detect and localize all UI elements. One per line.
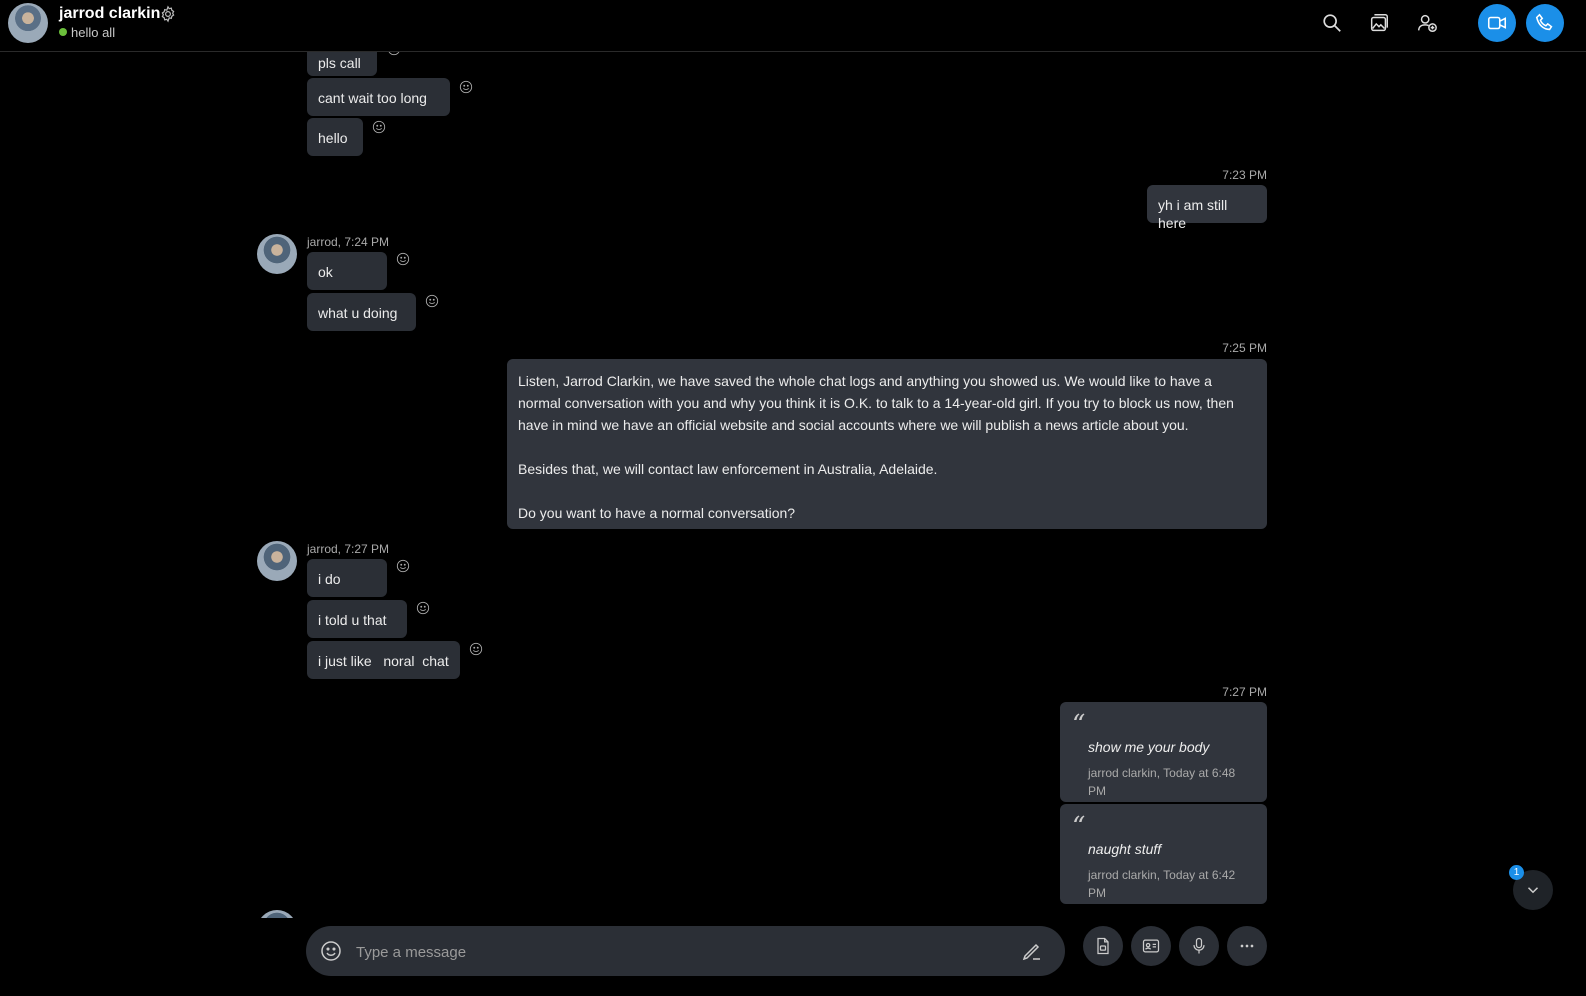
status-text: hello all <box>71 25 116 40</box>
search-icon <box>1323 14 1341 32</box>
message-text: pls call <box>318 55 361 71</box>
video-camera-icon <box>1487 16 1507 30</box>
more-options-button[interactable] <box>1227 926 1267 966</box>
audio-call-button[interactable] <box>1526 4 1564 42</box>
video-call-button[interactable] <box>1478 4 1516 42</box>
message-paragraph: Listen, Jarrod Clarkin, we have saved th… <box>518 373 1234 433</box>
sender-avatar[interactable] <box>257 910 297 918</box>
chat-header: jarrod clarkin hello all <box>0 0 1586 52</box>
reaction-icon[interactable] <box>425 294 439 308</box>
message-bubble[interactable]: i told u that <box>307 600 407 638</box>
contact-card-icon <box>1142 939 1160 953</box>
reaction-icon[interactable] <box>396 252 410 266</box>
message-text: cant wait too long <box>318 90 427 106</box>
message-text: yh i am still here <box>1158 197 1228 231</box>
message-text: i just like noral chat <box>318 653 449 669</box>
message-time: 7:25 PM <box>1222 341 1267 355</box>
message-text: i told u that <box>318 612 387 628</box>
message-list[interactable]: pls call cant wait too long hello 7:23 P… <box>0 52 1586 918</box>
reaction-icon[interactable] <box>459 80 473 94</box>
message-bubble[interactable]: hello <box>307 118 363 156</box>
contact-avatar[interactable] <box>8 3 48 43</box>
quote-icon: “ <box>1072 710 1086 740</box>
message-time: 7:23 PM <box>1222 168 1267 182</box>
unread-badge: 1 <box>1509 865 1524 880</box>
quote-meta: jarrod clarkin, Today at 6:42 PM <box>1088 868 1236 900</box>
gallery-icon <box>1370 14 1388 32</box>
message-bubble-outgoing[interactable]: Listen, Jarrod Clarkin, we have saved th… <box>507 359 1267 529</box>
message-bubble[interactable]: i do <box>307 559 387 597</box>
message-paragraph: Besides that, we will contact law enforc… <box>518 461 938 477</box>
message-composer <box>306 926 1065 976</box>
contact-card-button[interactable] <box>1131 926 1171 966</box>
message-bubble[interactable]: pls call <box>307 52 377 76</box>
sender-avatar[interactable] <box>257 234 297 274</box>
voice-message-button[interactable] <box>1179 926 1219 966</box>
reaction-icon[interactable] <box>416 601 430 615</box>
message-input[interactable] <box>354 936 998 968</box>
sender-meta: jarrod, 7:27 PM <box>307 542 390 556</box>
message-bubble[interactable]: ok <box>307 252 387 290</box>
reaction-icon[interactable] <box>469 642 483 656</box>
gear-icon[interactable] <box>159 5 177 23</box>
message-text: i do <box>318 571 341 587</box>
message-bubble[interactable]: i just like noral chat <box>307 641 460 679</box>
chevron-down-icon <box>1527 887 1539 894</box>
pen-icon[interactable] <box>1020 939 1044 963</box>
microphone-icon <box>1193 937 1205 954</box>
sender-meta: jarrod, 7:24 PM <box>307 235 390 249</box>
search-button[interactable] <box>1313 4 1351 42</box>
quote-bubble[interactable]: “ show me your body jarrod clarkin, Toda… <box>1060 702 1267 802</box>
contact-status: hello all <box>59 25 115 40</box>
quote-icon: “ <box>1072 812 1086 842</box>
contact-name[interactable]: jarrod clarkin <box>59 5 160 23</box>
reaction-icon[interactable] <box>372 120 386 134</box>
gallery-button[interactable] <box>1360 4 1398 42</box>
file-attach-icon <box>1097 937 1109 955</box>
emoji-icon[interactable] <box>319 939 343 963</box>
message-bubble[interactable]: what u doing <box>307 293 416 331</box>
message-text: what u doing <box>318 305 398 321</box>
online-indicator <box>59 28 67 36</box>
quote-meta: jarrod clarkin, Today at 6:48 PM <box>1088 766 1236 798</box>
sender-avatar[interactable] <box>257 541 297 581</box>
message-text: ok <box>318 264 333 280</box>
quote-bubble[interactable]: “ naught stuff jarrod clarkin, Today at … <box>1060 804 1267 904</box>
phone-icon <box>1535 13 1553 31</box>
add-person-icon <box>1418 14 1437 32</box>
quote-text: show me your body <box>1088 739 1210 755</box>
reaction-icon[interactable] <box>387 52 401 56</box>
message-time: 7:27 PM <box>1222 685 1267 699</box>
message-bubble-outgoing[interactable]: yh i am still here <box>1147 185 1267 231</box>
quote-text: naught stuff <box>1088 841 1162 857</box>
message-bubble[interactable]: cant wait too long <box>307 78 450 116</box>
message-text: hello <box>318 130 348 146</box>
message-paragraph: Do you want to have a normal conversatio… <box>518 505 796 521</box>
add-participant-button[interactable] <box>1408 4 1446 42</box>
reaction-icon[interactable] <box>396 559 410 573</box>
attach-file-button[interactable] <box>1083 926 1123 966</box>
more-icon <box>1240 944 1254 948</box>
